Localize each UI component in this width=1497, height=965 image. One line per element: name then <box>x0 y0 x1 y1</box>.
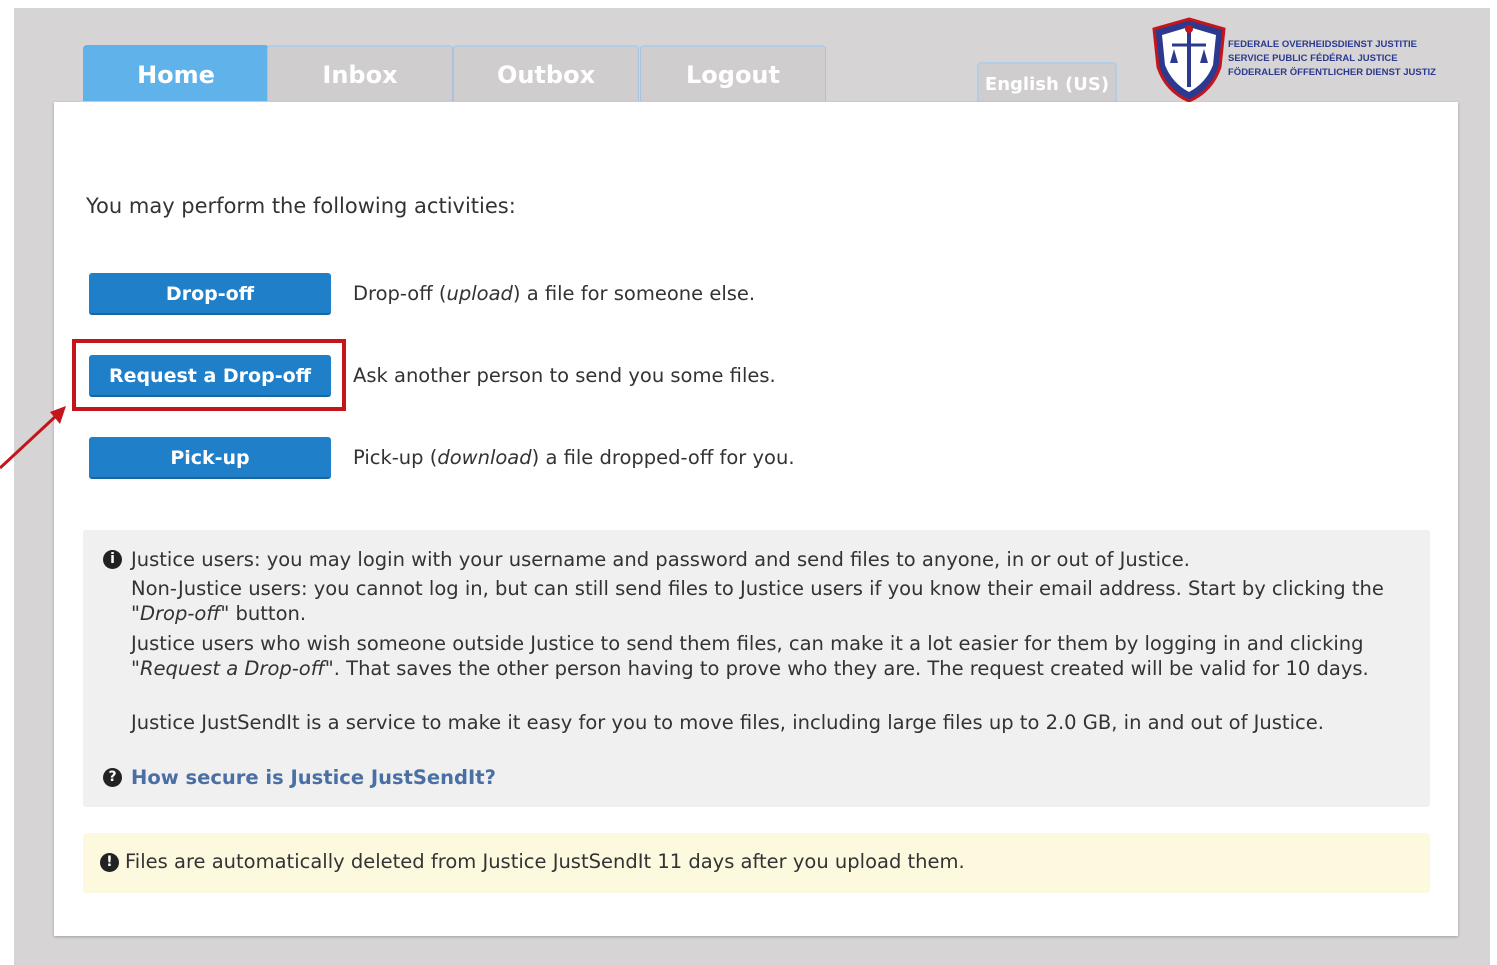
drop-off-button[interactable]: Drop-off <box>89 273 331 315</box>
logo-text: Federale Overheidsdienst Justitie Servic… <box>1228 38 1448 80</box>
warning-box: ! Files are automatically deleted from J… <box>83 833 1430 893</box>
info-line-2: Non-Justice users: you cannot log in, bu… <box>131 577 1384 625</box>
logo-line-fr: Service Public Fédéral Justice <box>1228 53 1398 64</box>
logo-line-nl: Federale Overheidsdienst Justitie <box>1228 39 1417 50</box>
tab-logout[interactable]: Logout <box>640 45 826 101</box>
exclamation-icon: ! <box>100 853 119 872</box>
request-drop-off-description: Ask another person to send you some file… <box>353 364 776 387</box>
language-selector[interactable]: English (US) <box>977 62 1117 104</box>
pick-up-description: Pick-up (download) a file dropped-off fo… <box>353 446 795 469</box>
warning-text: Files are automatically deleted from Jus… <box>125 850 965 873</box>
justice-shield-icon <box>1152 17 1226 103</box>
pick-up-button[interactable]: Pick-up <box>89 437 331 479</box>
info-icon: i <box>103 550 122 569</box>
tab-inbox[interactable]: Inbox <box>267 45 453 101</box>
annotation-arrow-icon <box>0 406 66 470</box>
tab-outbox[interactable]: Outbox <box>453 45 639 101</box>
question-icon: ? <box>103 768 122 787</box>
request-drop-off-button[interactable]: Request a Drop-off <box>89 355 331 397</box>
drop-off-description: Drop-off (upload) a file for someone els… <box>353 282 756 305</box>
main-panel <box>54 102 1458 936</box>
security-info-link[interactable]: How secure is Justice JustSendIt? <box>131 766 496 789</box>
logo-line-de: Föderaler Öffentlicher Dienst Justiz <box>1228 67 1436 78</box>
info-line-1: Justice users: you may login with your u… <box>131 548 1190 571</box>
intro-text: You may perform the following activities… <box>86 194 516 218</box>
info-line-3: Justice users who wish someone outside J… <box>131 632 1369 680</box>
info-line-4: Justice JustSendIt is a service to make … <box>131 711 1324 734</box>
tab-home[interactable]: Home <box>83 45 269 101</box>
